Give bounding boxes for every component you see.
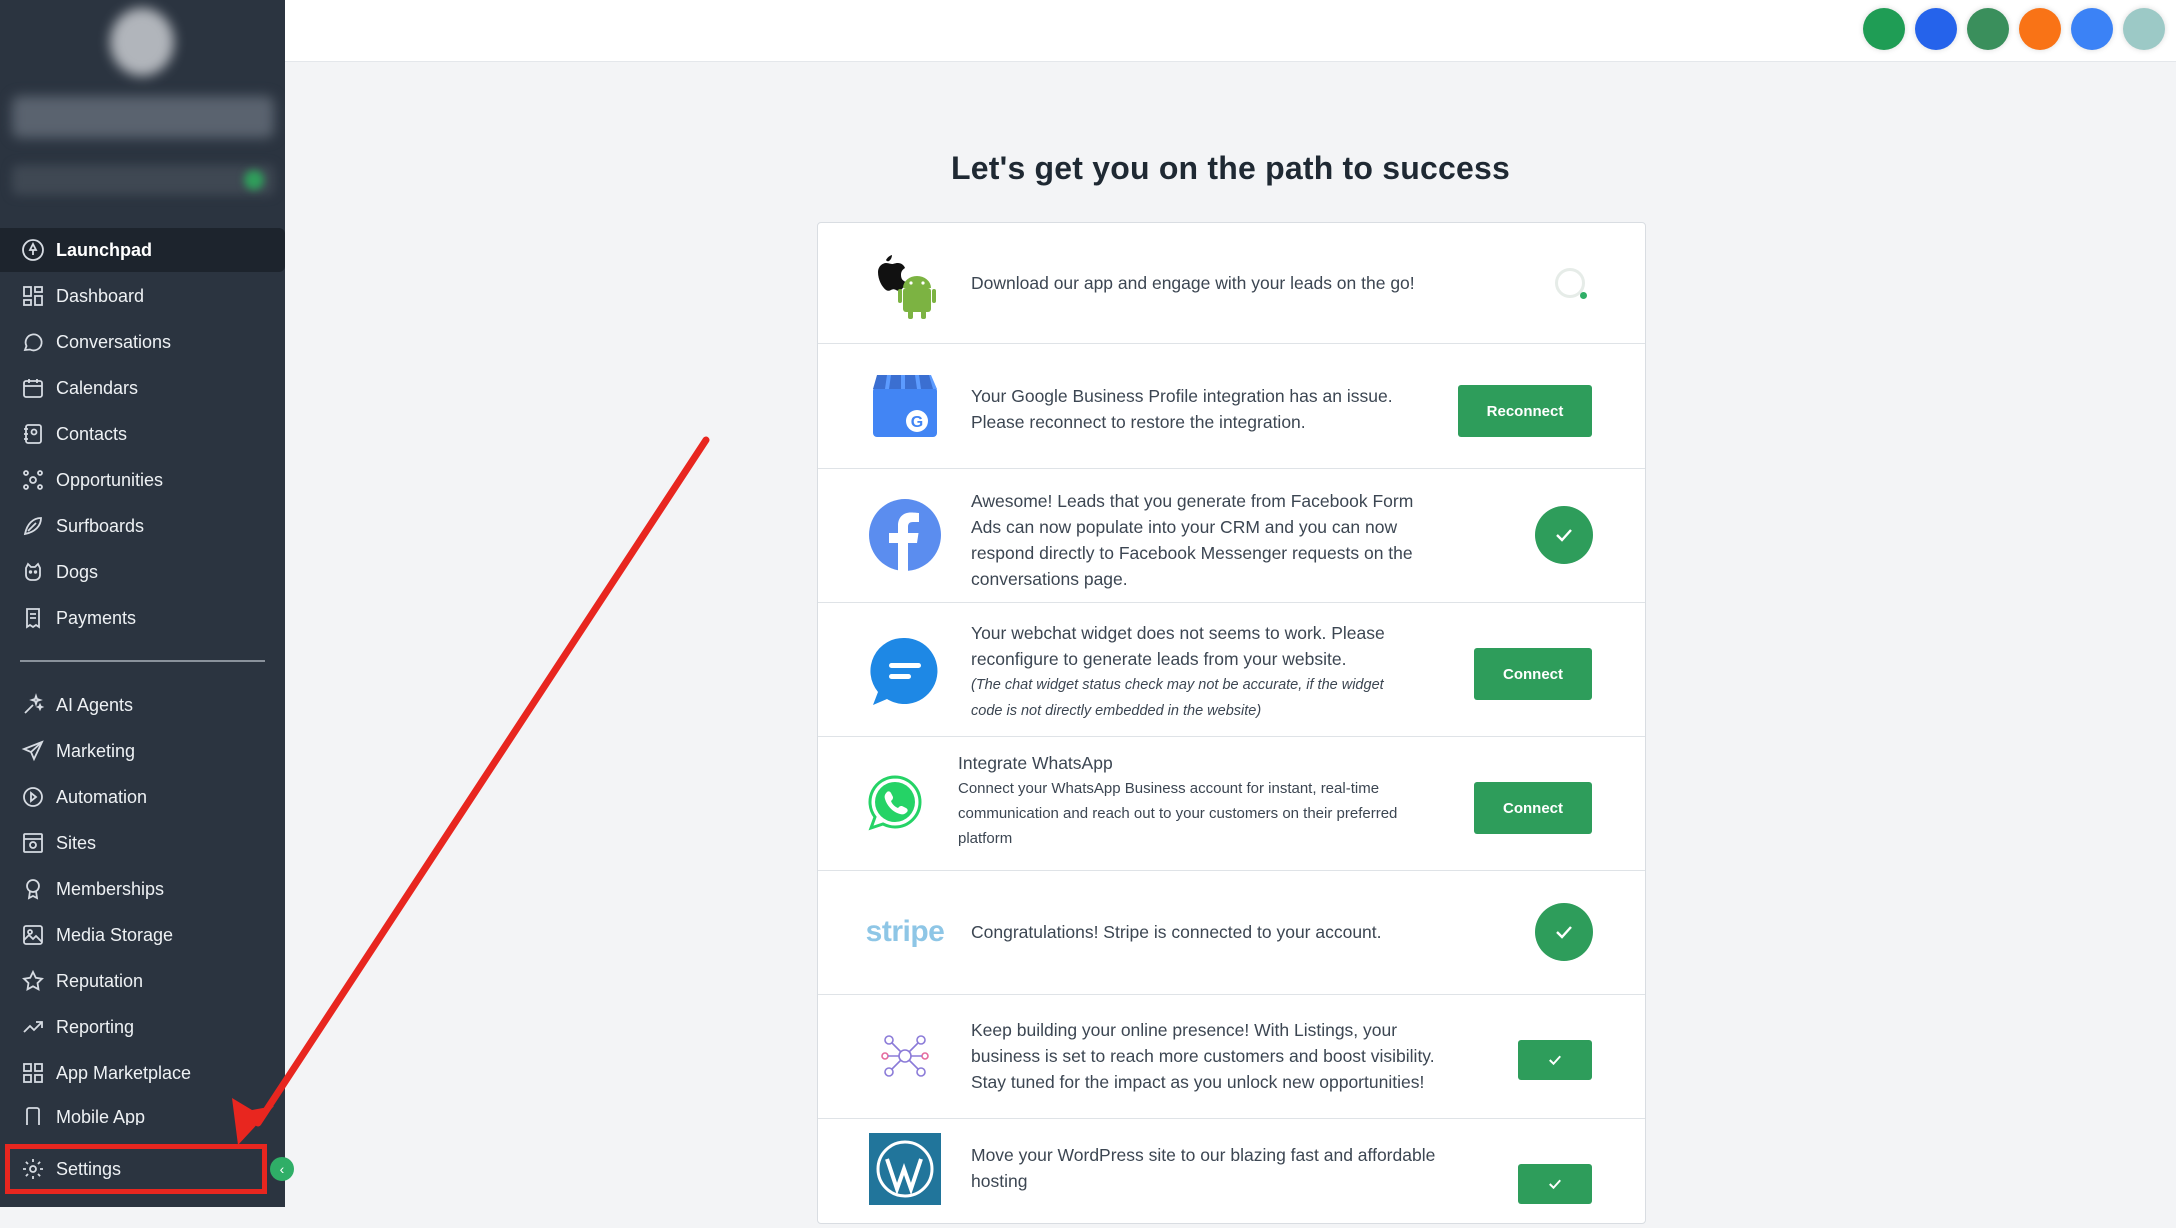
annotation-arrow xyxy=(232,436,710,1145)
